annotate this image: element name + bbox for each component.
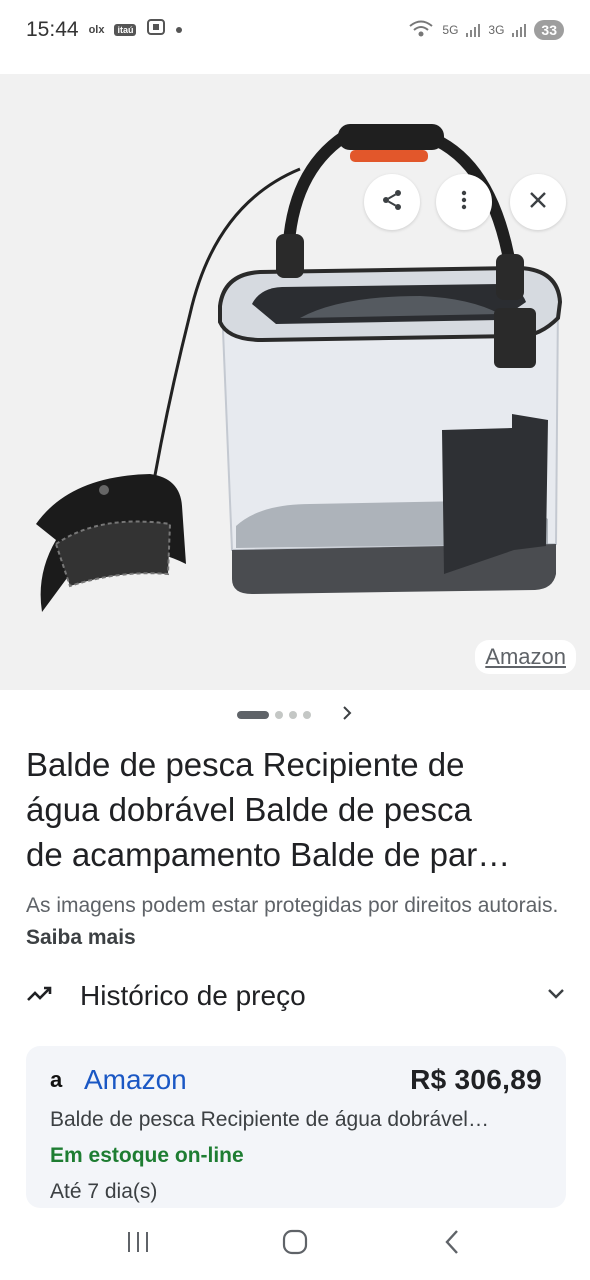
- home-icon: [281, 1228, 309, 1261]
- screenshot-icon: [146, 17, 166, 43]
- product-title-line: Balde de pesca Recipiente de: [26, 746, 465, 783]
- pager-dot[interactable]: [275, 711, 283, 719]
- offer-description: Balde de pesca Recipiente de água dobráv…: [50, 1108, 489, 1131]
- status-time: 15:44: [26, 18, 79, 41]
- more-options-button[interactable]: [436, 174, 492, 230]
- network-3g-label: 3G: [488, 23, 505, 37]
- price-history-label: Histórico de preço: [80, 980, 306, 1011]
- share-button[interactable]: [364, 174, 420, 230]
- signal-icon-2: [512, 23, 527, 37]
- close-icon: [527, 189, 549, 216]
- signal-icon-1: [466, 23, 481, 37]
- home-button[interactable]: [265, 1219, 325, 1269]
- bucket-product-image: [36, 124, 563, 612]
- product-title-line: água dobrável Balde de pesca: [26, 791, 472, 828]
- back-button[interactable]: [422, 1219, 482, 1269]
- share-icon: [380, 188, 404, 217]
- recent-apps-icon: [125, 1230, 151, 1259]
- status-left: 15:44 olx itaú: [26, 17, 183, 43]
- product-title: Balde de pesca Recipiente de água dobráv…: [26, 742, 566, 877]
- pager-next-icon[interactable]: [341, 704, 353, 727]
- network-5g-label: 5G: [442, 23, 459, 37]
- offer-header: a Amazon R$ 306,89: [50, 1064, 542, 1096]
- battery-indicator: 33: [534, 20, 564, 40]
- carousel-pager: [0, 700, 590, 730]
- recent-apps-button[interactable]: [108, 1219, 168, 1269]
- more-vert-icon: [452, 188, 476, 217]
- status-right: 5G 3G 33: [408, 19, 564, 42]
- learn-more-link[interactable]: Saiba mais: [26, 926, 136, 949]
- pager-dot[interactable]: [303, 711, 311, 719]
- itau-app-icon: itaú: [114, 24, 137, 36]
- notification-dot: [176, 27, 183, 33]
- copyright-notice: As imagens podem estar protegidas por di…: [26, 890, 566, 954]
- copyright-text: As imagens podem estar protegidas por di…: [26, 894, 559, 917]
- wifi-icon: [408, 19, 434, 42]
- product-title-line: de acampamento Balde de par…: [26, 836, 511, 873]
- amazon-logo-icon: a: [50, 1067, 63, 1092]
- back-icon: [443, 1228, 461, 1261]
- product-image-carousel[interactable]: [0, 74, 590, 690]
- close-button[interactable]: [510, 174, 566, 230]
- pager-dot[interactable]: [289, 711, 297, 719]
- stock-status: Em estoque on-line: [50, 1144, 244, 1167]
- system-navigation-bar: [0, 1208, 590, 1280]
- pager-dot-active[interactable]: [237, 711, 269, 719]
- olx-app-icon: olx: [88, 24, 105, 36]
- status-bar: 15:44 olx itaú 5G 3G 33: [0, 0, 590, 60]
- trend-icon: [26, 984, 54, 1009]
- chevron-down-icon[interactable]: [546, 987, 566, 1006]
- offer-price: R$ 306,89: [410, 1064, 542, 1095]
- image-source-link[interactable]: Amazon: [475, 640, 576, 674]
- merchant-name[interactable]: Amazon: [84, 1064, 187, 1096]
- offer-card[interactable]: a Amazon R$ 306,89 Balde de pesca Recipi…: [26, 1046, 566, 1208]
- delivery-time: Até 7 dia(s): [50, 1180, 158, 1203]
- price-history-row[interactable]: Histórico de preço: [26, 972, 566, 1020]
